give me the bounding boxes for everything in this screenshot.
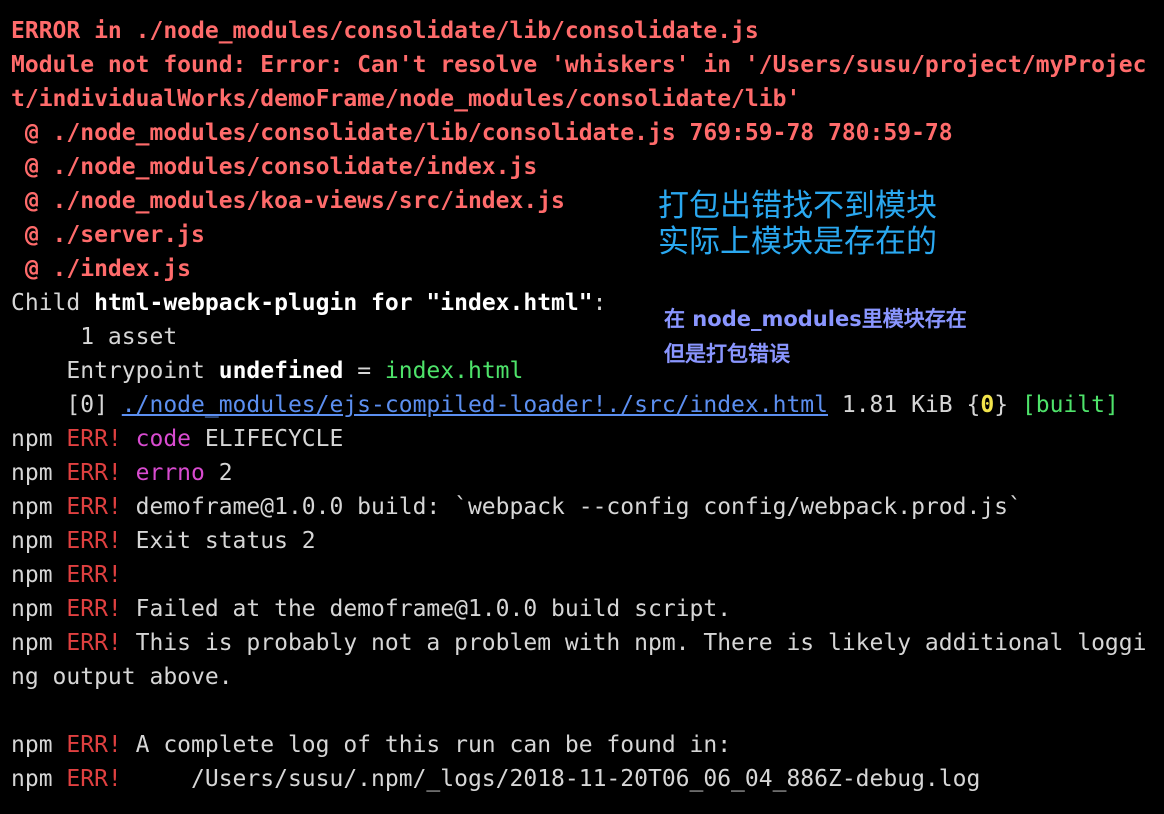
terminal-line: npm ERR! Failed at the demoframe@1.0.0 b… [11, 592, 1161, 626]
terminal-text: npm [11, 766, 67, 792]
terminal-text: t/individualWorks/demoFrame/node_modules… [11, 86, 801, 112]
terminal-text: npm [11, 528, 67, 554]
terminal-line: [0] ./node_modules/ejs-compiled-loader!.… [11, 388, 1161, 422]
terminal-text: npm [11, 596, 67, 622]
terminal-text: } [994, 392, 1022, 418]
terminal-text: @ ./node_modules/consolidate/index.js [11, 154, 538, 180]
terminal-line: npm ERR! [11, 558, 1161, 592]
terminal-text: /Users/susu/.npm/_logs/2018-11-20T06_06_… [121, 766, 981, 792]
terminal-text: ELIFECYCLE [191, 426, 344, 452]
terminal-output: ERROR in ./node_modules/consolidate/lib/… [11, 14, 1161, 796]
terminal-text: Exit status 2 [121, 528, 316, 554]
terminal-line: npm ERR! Exit status 2 [11, 524, 1161, 558]
terminal-text: npm [11, 630, 67, 656]
terminal-text: @ ./node_modules/koa-views/src/index.js [11, 188, 565, 214]
terminal-text: : [592, 290, 607, 316]
terminal-line: @ ./node_modules/consolidate/index.js [11, 150, 1161, 184]
terminal-line: ERROR in ./node_modules/consolidate/lib/… [11, 14, 1161, 48]
terminal-line: npm ERR! code ELIFECYCLE [11, 422, 1161, 456]
terminal-text: npm [11, 732, 67, 758]
terminal-line: @ ./node_modules/consolidate/lib/consoli… [11, 116, 1161, 150]
file-link[interactable]: ./node_modules/ejs-compiled-loader!./src… [122, 392, 828, 418]
terminal-line: Entrypoint undefined = index.html [11, 354, 1161, 388]
terminal-line: @ ./index.js [11, 252, 1161, 286]
terminal-text: ERROR in ./node_modules/consolidate/lib/… [11, 18, 759, 44]
terminal-line: @ ./server.js [11, 218, 1161, 252]
terminal-text: Module not found: Error: Can't resolve '… [11, 52, 1147, 78]
terminal-line: npm ERR! /Users/susu/.npm/_logs/2018-11-… [11, 762, 1161, 796]
annotation-primary-line2: 实际上模块是存在的 [658, 224, 937, 260]
terminal-line: t/individualWorks/demoFrame/node_modules… [11, 82, 1161, 116]
terminal-text: ng output above. [11, 664, 233, 690]
terminal-text: demoframe@1.0.0 build: `webpack --config… [121, 494, 1022, 520]
annotation-secondary-line1: 在 node_modules里模块存在 [664, 307, 967, 331]
terminal-line: ng output above. [11, 660, 1161, 694]
annotation-secondary-line2: 但是打包错误 [664, 342, 790, 366]
terminal-text: This is probably not a problem with npm.… [121, 630, 1147, 656]
terminal-text: ERR! [66, 460, 122, 486]
terminal-text: @ ./server.js [11, 222, 205, 248]
terminal-text: ERR! [66, 426, 122, 452]
terminal-text: 1.81 KiB { [828, 392, 981, 418]
terminal-text: npm [11, 460, 67, 486]
annotation-primary-line1: 打包出错找不到模块 [658, 188, 937, 224]
terminal-text: ERR! [66, 528, 122, 554]
terminal-text: Failed at the demoframe@1.0.0 build scri… [121, 596, 732, 622]
terminal-text: [built] [1021, 392, 1119, 418]
terminal-line: 1 asset [11, 320, 1161, 354]
terminal-text: ERR! [66, 494, 122, 520]
terminal-text: errno [135, 460, 205, 486]
terminal-line: npm ERR! This is probably not a problem … [11, 626, 1161, 660]
terminal-line: npm ERR! errno 2 [11, 456, 1161, 490]
terminal-text: npm [11, 494, 67, 520]
terminal-text: 1 asset [11, 324, 178, 350]
terminal-text: code [135, 426, 192, 452]
terminal-text: index.html [384, 358, 524, 384]
terminal-text: Child [11, 290, 95, 316]
terminal-text: undefined [218, 358, 344, 384]
terminal-text: [0] [11, 392, 122, 418]
terminal-text: ERR! [66, 596, 122, 622]
terminal-line: @ ./node_modules/koa-views/src/index.js [11, 184, 1161, 218]
terminal-text: @ ./index.js [11, 256, 192, 282]
terminal-text: ERR! [66, 766, 122, 792]
terminal-text: npm [11, 562, 67, 588]
terminal-line: npm ERR! A complete log of this run can … [11, 728, 1161, 762]
terminal-text: npm [11, 426, 67, 452]
terminal-text: ERR! [66, 562, 122, 588]
terminal-text: A complete log of this run can be found … [121, 732, 732, 758]
terminal-text: html-webpack-plugin for "index.html" [94, 290, 593, 316]
terminal-text: 0 [980, 392, 995, 418]
terminal-text: Entrypoint [11, 358, 219, 384]
terminal-line: Module not found: Error: Can't resolve '… [11, 48, 1161, 82]
terminal-line: Child html-webpack-plugin for "index.htm… [11, 286, 1161, 320]
terminal-line: npm ERR! demoframe@1.0.0 build: `webpack… [11, 490, 1161, 524]
terminal-text: ERR! [66, 732, 122, 758]
terminal-text: ERR! [66, 630, 122, 656]
terminal-text: @ ./node_modules/consolidate/lib/consoli… [11, 120, 953, 146]
terminal-text: = [343, 358, 385, 384]
terminal-text: 2 [204, 460, 233, 486]
